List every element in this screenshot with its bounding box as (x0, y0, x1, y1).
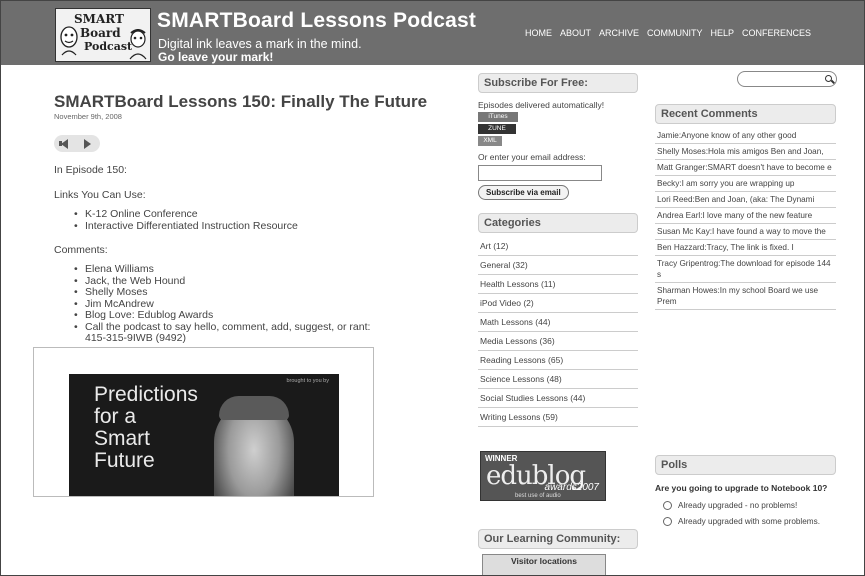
category-item[interactable]: General (32) (478, 256, 638, 275)
category-item[interactable]: Social Studies Lessons (44) (478, 389, 638, 408)
recent-comment-item[interactable]: Sharman Howes:In my school Board we use … (655, 283, 836, 310)
video-caption: brought to you by (286, 378, 329, 384)
links-heading: Links You Can Use: (54, 189, 146, 201)
nav-about[interactable]: ABOUT (560, 28, 591, 38)
video-title-word-1: Predictions (94, 383, 198, 406)
cartoon-figure-icon (129, 29, 147, 60)
search-box (737, 71, 837, 87)
category-list: Art (12) General (32) Health Lessons (11… (478, 237, 638, 427)
poll-option-label: Already upgraded with some problems. (678, 517, 820, 526)
link-k12-conference[interactable]: K-12 Online Conference (74, 208, 454, 221)
post-date: November 9th, 2008 (54, 112, 122, 121)
search-input[interactable] (738, 72, 820, 86)
comment-item: Call the podcast to say hello, comment, … (74, 320, 454, 345)
comment-item[interactable]: Shelly Moses (74, 286, 454, 299)
categories-heading: Categories (478, 213, 638, 233)
episodes-delivered-text: Episodes delivered automatically! (478, 100, 605, 110)
radio-button[interactable] (663, 517, 672, 526)
link-differentiated-instruction[interactable]: Interactive Differentiated Instruction R… (74, 220, 454, 233)
itunes-badge[interactable]: iTunes (478, 112, 518, 122)
recent-comment-item[interactable]: Matt Granger:SMART doesn't have to becom… (655, 160, 836, 176)
polls-heading: Polls (655, 455, 836, 475)
video-title-word-3: Smart (94, 427, 151, 450)
poll-option[interactable]: Already upgraded - no problems! (655, 500, 836, 511)
nav-help[interactable]: HELP (711, 28, 735, 38)
site-tagline-2: Go leave your mark! (158, 50, 274, 64)
visitor-locations-widget[interactable]: Visitor locations (482, 554, 606, 575)
comments-list: Elena Williams Jack, the Web Hound Shell… (74, 263, 454, 345)
xml-badge[interactable]: XML (478, 136, 502, 146)
site-tagline: Digital ink leaves a mark in the mind. (158, 37, 362, 51)
call-podcast-text: Call the podcast to say hello, comment, … (85, 320, 371, 333)
logo-line-1: SMART (74, 12, 124, 26)
polls-box: Polls Are you going to upgrade to Notebo… (655, 455, 836, 527)
community-box: Our Learning Community: Visitor location… (478, 529, 638, 575)
comments-heading: Comments: (54, 244, 108, 256)
category-item[interactable]: Media Lessons (36) (478, 332, 638, 351)
category-item[interactable]: Math Lessons (44) (478, 313, 638, 332)
email-field[interactable] (478, 165, 602, 181)
recent-comments-list: Jamie:Anyone know of any other good Shel… (655, 128, 836, 310)
recent-comments-heading: Recent Comments (655, 104, 836, 124)
edublog-award-badge[interactable]: WINNER edublog awards2007 best use of au… (480, 451, 606, 501)
site-header: SMART Board Podcast SMARTBoard Lessons P… (1, 1, 864, 65)
links-list: K-12 Online Conference Interactive Diffe… (74, 208, 454, 233)
video-thumbnail[interactable]: brought to you by Predictions for a Smar… (69, 374, 339, 496)
recent-comment-item[interactable]: Becky:I am sorry you are wrapping up (655, 176, 836, 192)
phone-number: 415-315-9IWB (9492) (85, 332, 186, 344)
subscribe-email-button[interactable]: Subscribe via email (478, 185, 569, 200)
nav-home[interactable]: HOME (525, 28, 552, 38)
nav-community[interactable]: COMMUNITY (647, 28, 703, 38)
category-item[interactable]: Health Lessons (11) (478, 275, 638, 294)
play-icon[interactable] (84, 139, 91, 149)
episode-intro: In Episode 150: (54, 164, 127, 176)
video-embed[interactable]: brought to you by Predictions for a Smar… (33, 347, 374, 497)
speaker-icon[interactable] (61, 139, 68, 149)
comment-item[interactable]: Elena Williams (74, 263, 454, 276)
cartoon-face-icon (60, 26, 78, 56)
audio-player[interactable] (54, 135, 100, 152)
browser-page: SMART Board Podcast SMARTBoard Lessons P… (0, 0, 865, 576)
video-title-word-4: Future (94, 449, 155, 472)
poll-option[interactable]: Already upgraded with some problems. (655, 516, 836, 527)
logo-line-3: Podcast (84, 40, 133, 53)
radio-button[interactable] (663, 501, 672, 510)
categories-box: Categories Art (12) General (32) Health … (478, 213, 638, 427)
email-label: Or enter your email address: (478, 152, 586, 162)
video-title-word-2: for a (94, 405, 137, 428)
category-item[interactable]: Science Lessons (48) (478, 370, 638, 389)
community-heading: Our Learning Community: (478, 529, 638, 549)
logo-line-2: Board (80, 26, 121, 40)
search-icon[interactable] (825, 75, 832, 82)
category-item[interactable]: Writing Lessons (59) (478, 408, 638, 427)
presenter-hair (219, 396, 289, 420)
nav-archive[interactable]: ARCHIVE (599, 28, 639, 38)
award-year: awards2007 (544, 482, 599, 493)
subscribe-heading: Subscribe For Free: (478, 73, 638, 93)
recent-comment-item[interactable]: Jamie:Anyone know of any other good (655, 128, 836, 144)
zune-badge[interactable]: ZUNE (478, 124, 516, 134)
nav-conferences[interactable]: CONFERENCES (742, 28, 811, 38)
recent-comment-item[interactable]: Ben Hazzard:Tracy, The link is fixed. I (655, 240, 836, 256)
post-title[interactable]: SMARTBoard Lessons 150: Finally The Futu… (54, 93, 454, 111)
category-item[interactable]: Reading Lessons (65) (478, 351, 638, 370)
recent-comments-box: Recent Comments Jamie:Anyone know of any… (655, 104, 836, 310)
category-item[interactable]: Art (12) (478, 237, 638, 256)
recent-comment-item[interactable]: Andrea Earl:I love many of the new featu… (655, 208, 836, 224)
poll-question: Are you going to upgrade to Notebook 10? (655, 483, 828, 493)
recent-comment-item[interactable]: Lori Reed:Ben and Joan, (aka: The Dynami (655, 192, 836, 208)
main-nav: HOME ABOUT ARCHIVE COMMUNITY HELP CONFER… (525, 28, 811, 38)
recent-comment-item[interactable]: Tracy Gripentrog:The download for episod… (655, 256, 836, 283)
poll-option-label: Already upgraded - no problems! (678, 501, 798, 510)
subscribe-sidebar: Subscribe For Free: Episodes delivered a… (478, 73, 638, 575)
award-subtitle: best use of audio (515, 493, 561, 499)
recent-comment-item[interactable]: Susan Mc Kay:I have found a way to move … (655, 224, 836, 240)
site-title[interactable]: SMARTBoard Lessons Podcast (157, 9, 476, 33)
category-item[interactable]: iPod Video (2) (478, 294, 638, 313)
recent-comment-item[interactable]: Shelly Moses:Hola mis amigos Ben and Joa… (655, 144, 836, 160)
site-logo[interactable]: SMART Board Podcast (55, 8, 151, 62)
